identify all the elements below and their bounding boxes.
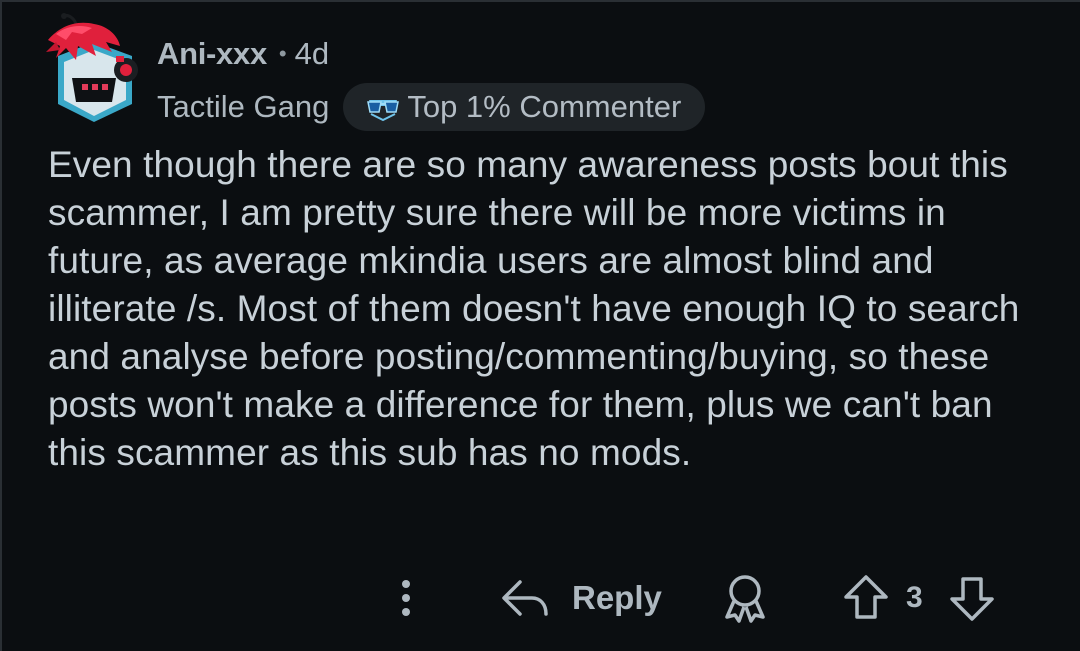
meta-separator: • bbox=[278, 41, 287, 66]
author-name[interactable]: Ani-xxx bbox=[157, 36, 267, 72]
comment: Ani-xxx • 4d Tactile Gang Top 1% Comment… bbox=[0, 0, 1080, 651]
comment-age: 4d bbox=[294, 36, 330, 71]
comment-body: Even though there are so many awareness … bbox=[48, 144, 1020, 473]
upvote-arrow-icon bbox=[844, 575, 888, 619]
user-flair: Tactile Gang bbox=[157, 89, 330, 124]
award-icon bbox=[725, 575, 765, 623]
more-vertical-icon bbox=[402, 580, 410, 616]
avatar-icon bbox=[46, 13, 138, 122]
vote-count: 3 bbox=[906, 581, 923, 614]
flair-row: Tactile Gang Top 1% Commenter bbox=[157, 82, 706, 132]
sunglasses-icon bbox=[367, 100, 400, 122]
comment-meta: Ani-xxx • 4d bbox=[157, 34, 329, 74]
award-button[interactable] bbox=[722, 570, 768, 626]
achievement-badge[interactable]: Top 1% Commenter bbox=[343, 83, 706, 131]
upvote-button[interactable] bbox=[842, 570, 890, 626]
reply-arrow-icon bbox=[502, 580, 548, 616]
downvote-button[interactable] bbox=[948, 570, 996, 626]
comment-actions: Reply 3 bbox=[0, 570, 1080, 626]
avatar[interactable] bbox=[46, 12, 142, 124]
reply-label: Reply bbox=[572, 579, 662, 616]
reply-button[interactable]: Reply bbox=[500, 570, 662, 626]
more-options-button[interactable] bbox=[390, 570, 422, 626]
downvote-arrow-icon bbox=[950, 577, 994, 621]
badge-label: Top 1% Commenter bbox=[407, 89, 682, 124]
